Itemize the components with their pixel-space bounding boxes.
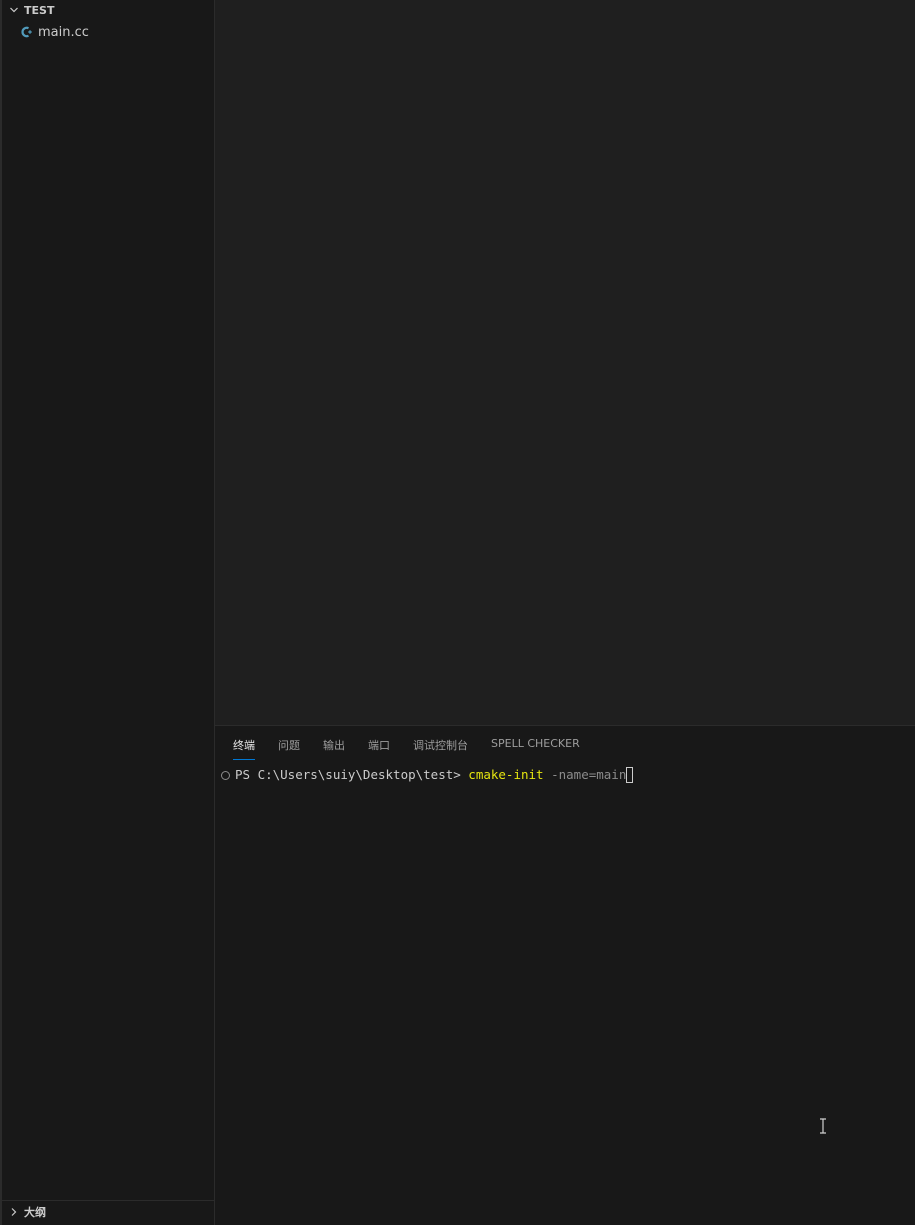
tab-ports[interactable]: 端口 (368, 734, 390, 760)
terminal-line[interactable]: PS C:\Users\suiy\Desktop\test> cmake-ini… (221, 766, 901, 784)
tab-terminal[interactable]: 终端 (233, 734, 255, 760)
tab-output[interactable]: 输出 (323, 734, 345, 760)
bottom-panel: 终端 问题 输出 端口 调试控制台 SPELL CHECKER PS C:\Us… (215, 725, 915, 1225)
chevron-down-icon (6, 2, 22, 18)
file-item-main-cc[interactable]: main.cc (2, 22, 215, 42)
terminal-cursor (626, 767, 634, 783)
ibeam-cursor-icon (820, 1118, 826, 1134)
editor-area[interactable] (215, 0, 915, 725)
cpp-file-icon (20, 25, 34, 39)
outline-section-header[interactable]: 大纲 (2, 1200, 215, 1222)
tab-debug-console[interactable]: 调试控制台 (413, 734, 468, 760)
terminal-args: -name=main (543, 767, 627, 782)
panel-tab-bar: 终端 问题 输出 端口 调试控制台 SPELL CHECKER (233, 734, 603, 760)
chevron-right-icon (6, 1204, 22, 1220)
vscode-window: TEST main.cc 大纲 终端 问题 输出 端口 调试控制台 SPELL … (0, 0, 915, 1225)
file-name: main.cc (38, 24, 89, 40)
terminal-command: cmake-init (468, 767, 544, 782)
terminal-prompt: PS C:\Users\suiy\Desktop\test> (235, 767, 469, 782)
explorer-section-title: TEST (24, 3, 55, 17)
tab-problems[interactable]: 问题 (278, 734, 300, 760)
outline-section-title: 大纲 (24, 1205, 46, 1219)
command-decoration-icon[interactable] (221, 770, 230, 780)
explorer-sidebar: TEST main.cc 大纲 (0, 0, 215, 1225)
tab-spell-checker[interactable]: SPELL CHECKER (491, 734, 580, 760)
explorer-section-header[interactable]: TEST (2, 0, 215, 20)
